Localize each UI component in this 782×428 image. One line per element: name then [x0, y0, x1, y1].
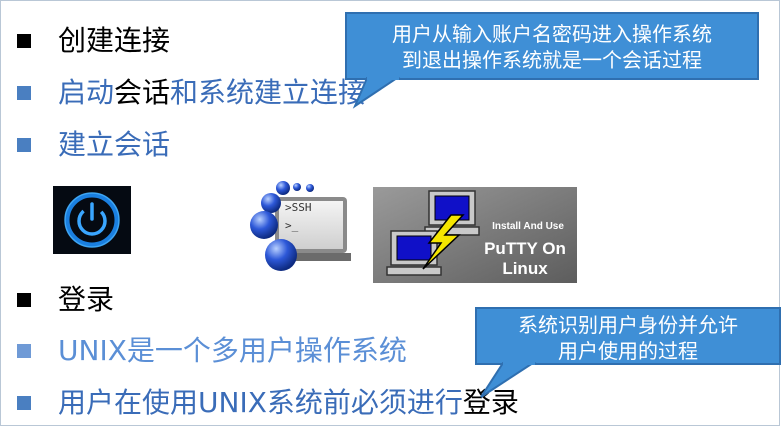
- bullet-must-login: 用户在使用UNIX系统前必须进行 登录: [17, 389, 519, 417]
- bullet-establish-session: 建立会话: [17, 131, 170, 159]
- bullet-text: 登录: [58, 283, 115, 316]
- square-bullet-icon: [17, 138, 31, 152]
- power-button-icon: [53, 186, 131, 254]
- bullet-text-part: 和系统建立连接: [170, 76, 367, 109]
- power-button-image: [53, 186, 131, 254]
- putty-caption-line2: PuTTY On Linux: [484, 239, 566, 278]
- bullet-text: 建立会话: [58, 128, 171, 161]
- bullet-unix-multiuser: UNIX是一个多用户操作系统: [17, 337, 407, 365]
- putty-caption-line1: Install And Use: [492, 221, 564, 232]
- callout-line: 到退出操作系统就是一个会话过程: [402, 48, 702, 72]
- bullet-text-part: 会话: [114, 76, 171, 109]
- bullet-start-session: 启动 会话 和系统建立连接: [17, 79, 366, 107]
- square-bullet-icon: [17, 344, 31, 358]
- callout-line: 系统识别用户身份并允许: [518, 313, 738, 337]
- ssh-label: >SSH: [285, 201, 312, 214]
- session-callout: 用户从输入账户名密码进入操作系统 到退出操作系统就是一个会话过程: [345, 12, 759, 109]
- callout-pointer: [352, 75, 401, 109]
- callout-pointer: [480, 360, 537, 398]
- callout-line: 用户从输入账户名密码进入操作系统: [392, 22, 712, 46]
- square-bullet-icon: [17, 293, 31, 307]
- slide: 创建连接 启动 会话 和系统建立连接 建立会话 >SSH >_ Install …: [0, 0, 781, 426]
- login-callout: 系统识别用户身份并允许 用户使用的过程: [475, 307, 781, 398]
- prompt-label: >_: [285, 219, 299, 232]
- bullet-text: UNIX是一个多用户操作系统: [58, 334, 407, 367]
- square-bullet-icon: [17, 34, 31, 48]
- bullet-text-part: 启动: [58, 76, 115, 109]
- square-bullet-icon: [17, 396, 31, 410]
- bullet-login: 登录: [17, 286, 114, 314]
- square-bullet-icon: [17, 86, 31, 100]
- bullet-text-part: 用户在使用UNIX系统前必须进行: [58, 386, 463, 419]
- bullet-create-connection: 创建连接: [17, 27, 170, 55]
- bullet-text: 创建连接: [58, 24, 171, 57]
- ssh-terminal-image: >SSH >_: [231, 177, 357, 271]
